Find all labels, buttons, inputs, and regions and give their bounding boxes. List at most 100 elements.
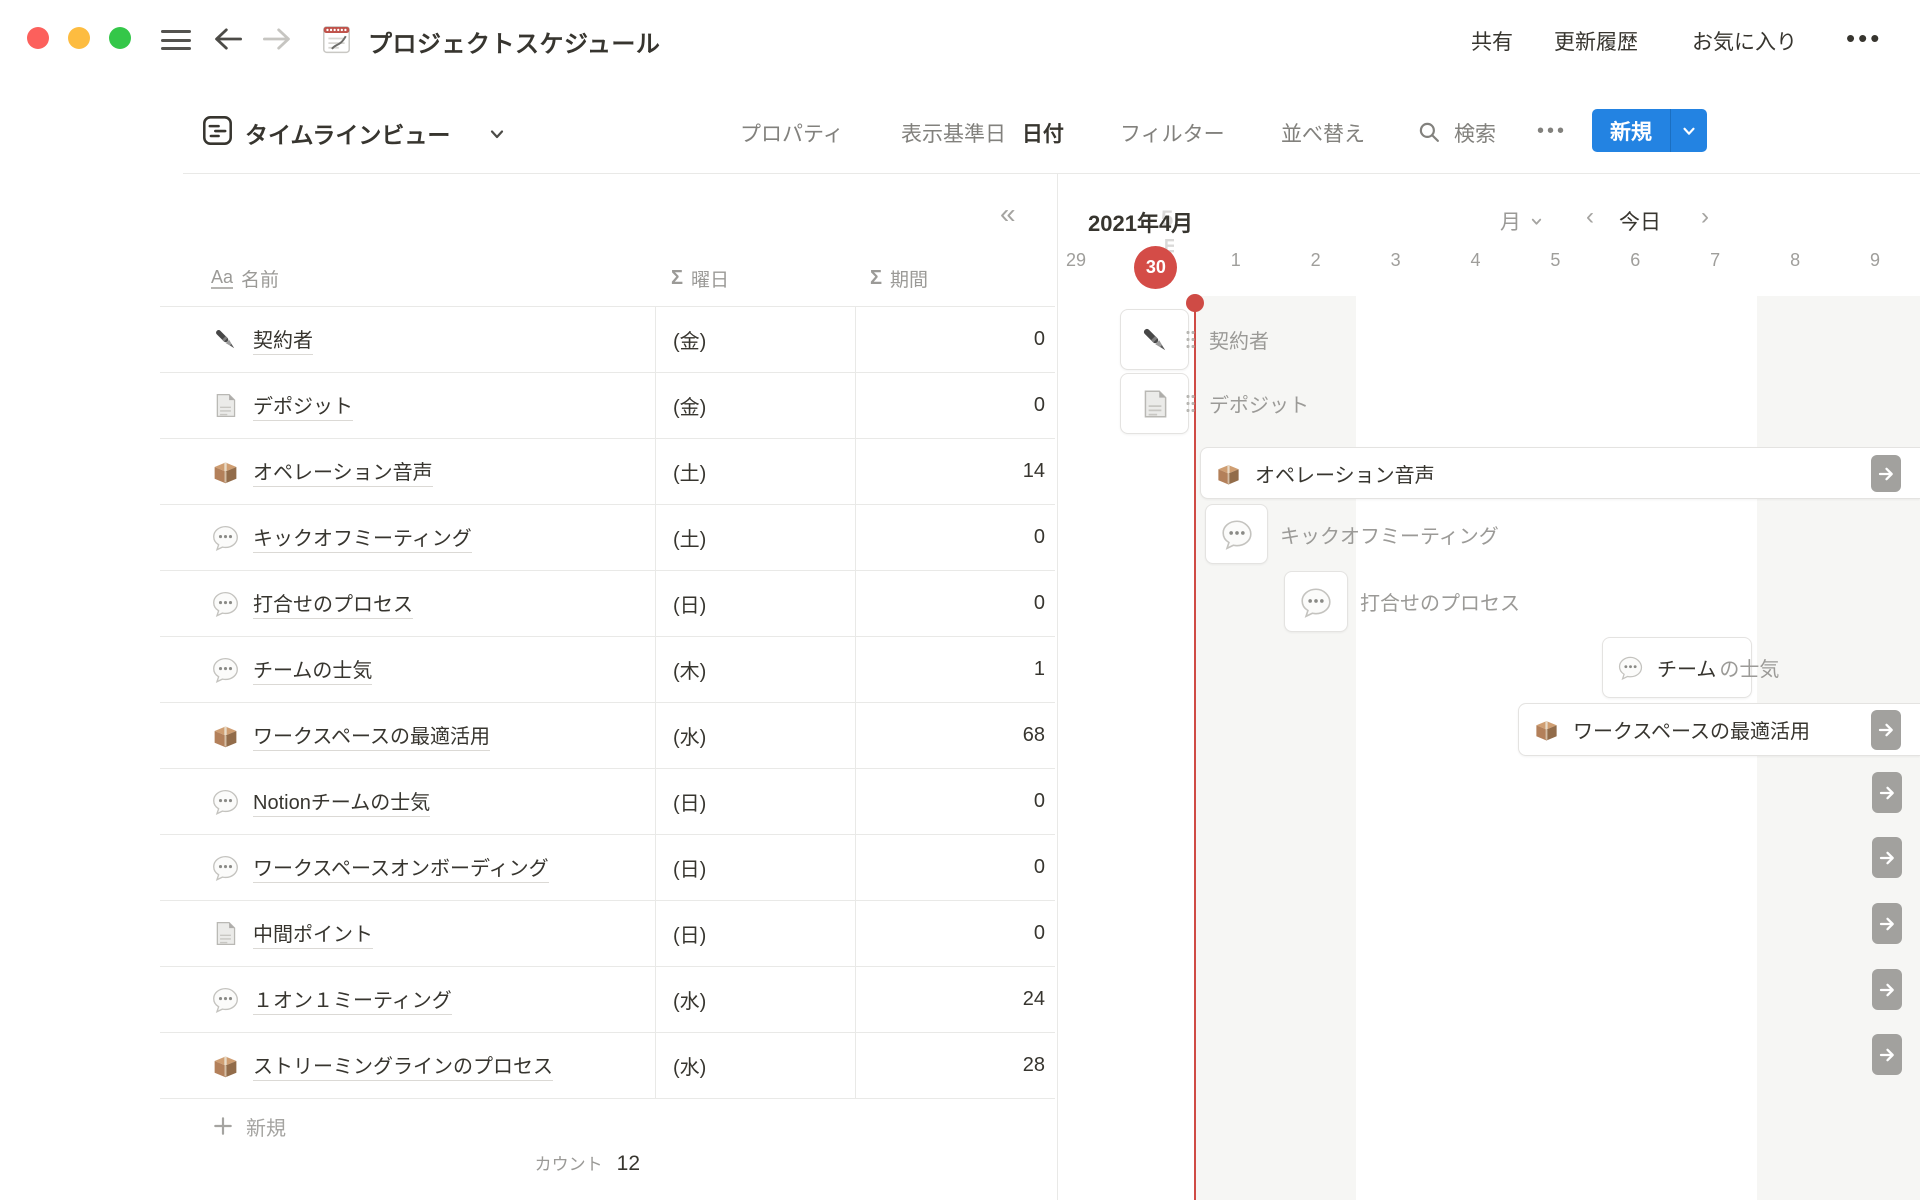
scroll-to-item-button[interactable] <box>1872 1034 1902 1075</box>
arrow-right-icon <box>1877 783 1897 803</box>
row-name-link[interactable]: ワークスペースオンボーディング <box>253 852 549 883</box>
scroll-to-item-button[interactable] <box>1871 710 1901 750</box>
new-button[interactable]: 新規 <box>1592 109 1707 152</box>
row-name-cell[interactable]: ワークスペースの最適活用 <box>211 703 490 768</box>
column-header-duration[interactable]: Σ 期間 <box>870 250 928 306</box>
drag-handle-icon[interactable] <box>1186 331 1195 348</box>
view-top-divider <box>183 173 1920 174</box>
timeline-item-bar[interactable]: ワークスペースの最適活用 <box>1518 703 1920 756</box>
column-header-name[interactable]: Aa 名前 <box>211 250 279 306</box>
column-divider <box>655 307 656 1099</box>
date-label: 29 <box>1054 250 1098 271</box>
formula-icon: Σ <box>671 267 683 290</box>
row-name-cell[interactable]: キックオフミーティング <box>211 505 472 570</box>
table-row: Notionチームの士気(日)0 <box>160 769 1055 835</box>
timeline-item-card[interactable] <box>1120 373 1189 434</box>
next-period-button[interactable]: › <box>1701 206 1709 228</box>
close-window-button[interactable] <box>27 27 49 49</box>
timeline-item-card[interactable] <box>1205 504 1268 564</box>
arrow-right-icon <box>1877 914 1897 934</box>
today-button[interactable]: 今日 <box>1619 206 1661 236</box>
scroll-to-item-button[interactable] <box>1871 455 1901 492</box>
new-button-label[interactable]: 新規 <box>1592 109 1670 152</box>
row-weekday-cell: (土) <box>673 439 706 504</box>
row-count[interactable]: カウント 12 <box>360 1150 640 1176</box>
column-header-weekday[interactable]: Σ 曜日 <box>671 250 729 306</box>
row-name-cell[interactable]: １オン１ミーティング <box>211 967 452 1032</box>
scroll-to-item-button[interactable] <box>1872 772 1902 813</box>
sort-button[interactable]: 並べ替え <box>1281 118 1365 148</box>
row-name-cell[interactable]: デポジット <box>211 373 353 438</box>
timeline-zoom-select[interactable]: 月 <box>1500 206 1544 236</box>
speech-icon <box>211 589 240 618</box>
page-icon <box>211 391 240 420</box>
new-row-button[interactable]: 新規 <box>160 1104 1055 1137</box>
scroll-to-item-button[interactable] <box>1872 903 1902 944</box>
timeline-item-bar[interactable]: チームの士気 <box>1602 637 1752 698</box>
panel-divider[interactable] <box>1057 173 1058 1200</box>
row-name-link[interactable]: キックオフミーティング <box>253 522 472 553</box>
drag-handle-icon[interactable] <box>1186 395 1195 412</box>
updates-button[interactable]: 更新履歴 <box>1554 26 1638 56</box>
row-name-link[interactable]: オペレーション音声 <box>253 456 433 487</box>
favorite-button[interactable]: お気に入り <box>1692 26 1797 56</box>
table-row: ストリーミングラインのプロセス(水)28 <box>160 1033 1055 1099</box>
timeline-item-bar[interactable]: オペレーション音声 <box>1200 447 1920 499</box>
row-name-cell[interactable]: 契約者 <box>211 307 313 372</box>
row-name-link[interactable]: １オン１ミーティング <box>253 984 452 1015</box>
properties-button[interactable]: プロパティ <box>740 118 844 148</box>
row-name-link[interactable]: 契約者 <box>253 324 313 355</box>
row-name-cell[interactable]: ストリーミングラインのプロセス <box>211 1033 553 1098</box>
row-name-cell[interactable]: チームの士気 <box>211 637 372 702</box>
new-button-chevron[interactable] <box>1670 109 1707 152</box>
search-icon[interactable] <box>1416 119 1442 150</box>
zoom-window-button[interactable] <box>109 27 131 49</box>
filter-button[interactable]: フィルター <box>1120 118 1225 148</box>
table-row: 中間ポイント(日)0 <box>160 901 1055 967</box>
today-marker-line <box>1194 302 1196 1200</box>
pen-icon <box>1138 323 1172 357</box>
sidebar-toggle-icon[interactable] <box>161 25 191 55</box>
table-row: キックオフミーティング(土)0 <box>160 505 1055 571</box>
row-name-link[interactable]: Notionチームの士気 <box>253 786 430 817</box>
row-name-cell[interactable]: オペレーション音声 <box>211 439 433 504</box>
row-name-link[interactable]: チームの士気 <box>253 654 372 685</box>
minimize-window-button[interactable] <box>68 27 90 49</box>
timeline-item-card[interactable] <box>1284 571 1348 632</box>
row-name-link[interactable]: 打合せのプロセス <box>253 588 413 619</box>
row-name-cell[interactable]: 中間ポイント <box>211 901 373 966</box>
collapse-table-icon[interactable]: « <box>1000 200 1016 228</box>
row-name-link[interactable]: 中間ポイント <box>253 918 373 949</box>
prev-period-button[interactable]: ‹ <box>1586 206 1594 228</box>
row-name-link[interactable]: ストリーミングラインのプロセス <box>253 1050 553 1081</box>
row-weekday-cell: (金) <box>673 307 706 372</box>
speech-icon <box>1299 585 1333 619</box>
search-button[interactable]: 検索 <box>1454 118 1496 148</box>
view-title[interactable]: タイムラインビュー <box>245 116 450 150</box>
row-weekday-cell: (日) <box>673 835 706 900</box>
row-name-cell[interactable]: 打合せのプロセス <box>211 571 413 636</box>
arrow-right-icon <box>1877 980 1897 1000</box>
more-menu-button[interactable]: ••• <box>1846 28 1882 48</box>
timeline-item-card[interactable] <box>1120 309 1189 370</box>
row-name-cell[interactable]: ワークスペースオンボーディング <box>211 835 549 900</box>
view-more-button[interactable]: ••• <box>1537 121 1567 141</box>
row-name-link[interactable]: デポジット <box>253 390 353 421</box>
row-name-link[interactable]: ワークスペースの最適活用 <box>253 720 490 751</box>
row-weekday-cell: (木) <box>673 637 706 702</box>
forward-button[interactable] <box>261 23 293 60</box>
date-label: 3 <box>1374 250 1418 271</box>
table-row: １オン１ミーティング(水)24 <box>160 967 1055 1033</box>
box-icon <box>211 1051 240 1080</box>
table-row: ワークスペースオンボーディング(日)0 <box>160 835 1055 901</box>
view-chevron-down-icon[interactable] <box>487 124 507 149</box>
row-name-cell[interactable]: Notionチームの士気 <box>211 769 430 834</box>
table-row: ワークスペースの最適活用(水)68 <box>160 703 1055 769</box>
scroll-to-item-button[interactable] <box>1872 969 1902 1010</box>
date-basis-button[interactable]: 表示基準日 日付 <box>901 118 1064 148</box>
scroll-to-item-button[interactable] <box>1872 837 1902 878</box>
page-icon <box>1138 387 1172 421</box>
date-label: 9 <box>1853 250 1897 271</box>
share-button[interactable]: 共有 <box>1471 26 1513 56</box>
back-button[interactable] <box>212 23 244 60</box>
